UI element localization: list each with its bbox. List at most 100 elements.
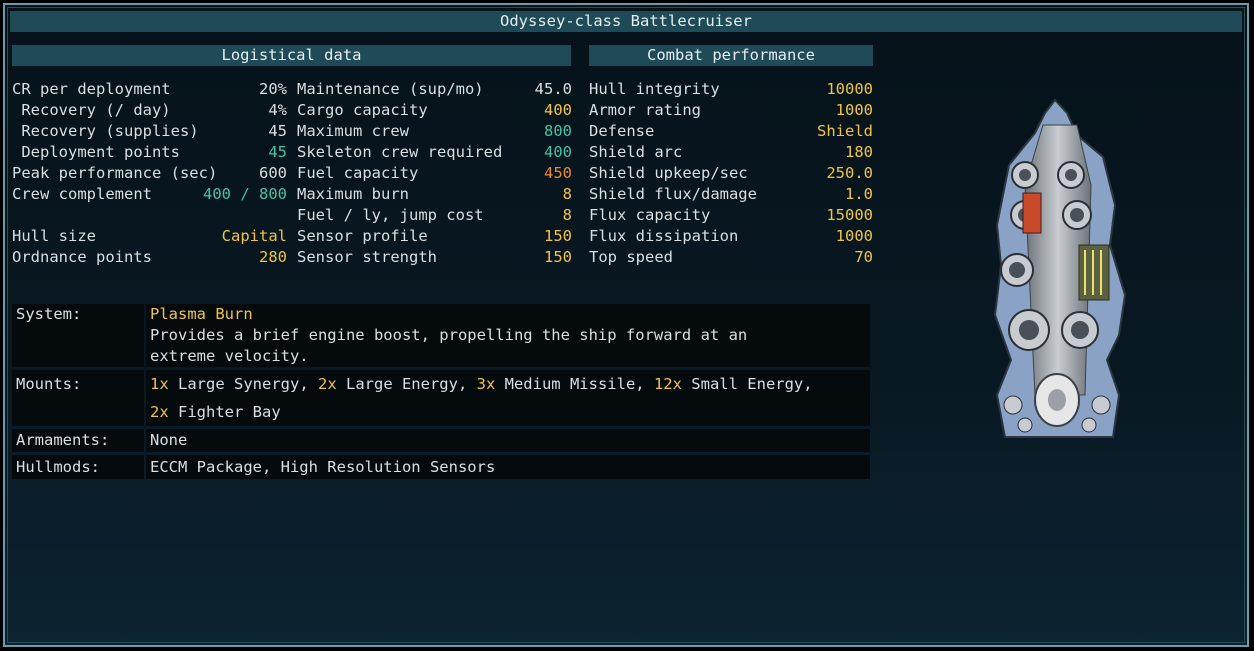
- mount-count: 2x: [150, 403, 169, 421]
- stat-value: 10000: [826, 80, 873, 98]
- stat-value: 20%: [259, 80, 287, 98]
- stat-row: CR per deployment 20%: [12, 79, 287, 100]
- stat-row: Sensor profile 150: [297, 226, 572, 247]
- mounts-line-2: 2x Fighter Bay: [150, 398, 870, 426]
- stat-label: Flux capacity: [589, 206, 711, 224]
- stat-row: Maximum burn 8: [297, 184, 572, 205]
- mount-count: 1x: [150, 375, 169, 393]
- stat-value: 400 / 800: [203, 185, 287, 203]
- stat-label: Recovery (supplies): [12, 122, 199, 140]
- stat-value: 70: [854, 248, 873, 266]
- system-name: Plasma Burn: [150, 305, 253, 323]
- stat-value: 150: [544, 227, 572, 245]
- stat-value: 600: [259, 164, 287, 182]
- stat-row: Flux dissipation 1000: [589, 226, 873, 247]
- combat-performance-header: Combat performance: [589, 45, 873, 66]
- stat-label: Deployment points: [12, 143, 180, 161]
- stat-value: 800: [544, 122, 572, 140]
- mounts-line-1: 1x Large Synergy, 2x Large Energy, 3x Me…: [150, 370, 870, 398]
- stat-label: Armor rating: [589, 101, 701, 119]
- hullmods-label: Hullmods:: [12, 455, 144, 479]
- mount-type: Fighter Bay: [168, 403, 281, 421]
- system-value: Plasma Burn Provides a brief engine boos…: [146, 304, 870, 367]
- system-label: System:: [12, 304, 144, 367]
- stat-label: Flux dissipation: [589, 227, 739, 245]
- stat-label: Maximum crew: [297, 122, 409, 140]
- stat-label: Shield upkeep/sec: [589, 164, 748, 182]
- stat-label: Hull integrity: [589, 80, 720, 98]
- stat-value: 400: [544, 101, 572, 119]
- stat-row: Hull integrity 10000: [589, 79, 873, 100]
- stat-value: 400: [544, 143, 572, 161]
- stat-label: Sensor profile: [297, 227, 428, 245]
- armaments-value: None: [146, 429, 870, 452]
- mounts-row: Mounts: 1x Large Synergy, 2x Large Energ…: [12, 370, 870, 426]
- stat-value: 45: [268, 122, 287, 140]
- mounts-value: 1x Large Synergy, 2x Large Energy, 3x Me…: [146, 370, 870, 426]
- stat-value: 250.0: [826, 164, 873, 182]
- stat-label: Peak performance (sec): [12, 164, 218, 182]
- stat-value: 150: [544, 248, 572, 266]
- stat-row: Shield upkeep/sec 250.0: [589, 163, 873, 184]
- stat-row: Skeleton crew required 400: [297, 142, 572, 163]
- ship-sprite-image: [985, 95, 1135, 445]
- stat-label: Cargo capacity: [297, 101, 428, 119]
- logistical-data-header: Logistical data: [12, 45, 571, 66]
- stat-row: Ordnance points 280: [12, 247, 287, 268]
- stat-row: Sensor strength 150: [297, 247, 572, 268]
- system-description: Provides a brief engine boost, propellin…: [150, 326, 748, 365]
- hullmods-row: Hullmods: ECCM Package, High Resolution …: [12, 455, 870, 479]
- stat-row: Recovery (supplies) 45: [12, 121, 287, 142]
- ship-title: Odyssey-class Battlecruiser: [10, 11, 1242, 32]
- stat-value: 15000: [826, 206, 873, 224]
- mounts-label: Mounts:: [12, 370, 144, 426]
- mount-type: Medium Missile,: [495, 375, 654, 393]
- stat-row: Recovery (/ day) 4%: [12, 100, 287, 121]
- stat-label: Maintenance (sup/mo): [297, 80, 484, 98]
- mount-type: Large Synergy,: [168, 375, 318, 393]
- stat-row: Maximum crew 800: [297, 121, 572, 142]
- stat-label: Hull size: [12, 227, 96, 245]
- stat-row: Top speed 70: [589, 247, 873, 268]
- stat-label: Fuel / ly, jump cost: [297, 206, 484, 224]
- stat-value: 8: [562, 206, 572, 224]
- stat-value: 1.0: [845, 185, 873, 203]
- mount-count: 12x: [653, 375, 682, 393]
- stat-row: Deployment points 45: [12, 142, 287, 163]
- stat-label: Defense: [589, 122, 655, 140]
- armaments-row: Armaments: None: [12, 429, 870, 452]
- stat-row: Crew complement 400 / 800: [12, 184, 287, 205]
- stat-value: 45: [268, 143, 287, 161]
- hullmods-value: ECCM Package, High Resolution Sensors: [146, 455, 870, 479]
- stat-label: Recovery (/ day): [12, 101, 171, 119]
- stat-row: Fuel capacity 450: [297, 163, 572, 184]
- stat-value: 1000: [835, 101, 873, 119]
- stat-value: 1000: [835, 227, 873, 245]
- system-row: System: Plasma Burn Provides a brief eng…: [12, 304, 870, 367]
- stat-label: Crew complement: [12, 185, 152, 203]
- stat-value: 45.0: [534, 80, 572, 98]
- stat-row: Defense Shield: [589, 121, 873, 142]
- stat-row: Peak performance (sec) 600: [12, 163, 287, 184]
- stat-row: Flux capacity 15000: [589, 205, 873, 226]
- stat-label: Ordnance points: [12, 248, 152, 266]
- stat-label: Shield flux/damage: [589, 185, 757, 203]
- mount-type: Small Energy,: [681, 375, 813, 393]
- stat-row: Armor rating 1000: [589, 100, 873, 121]
- stat-value: 4%: [268, 101, 287, 119]
- stat-label: CR per deployment: [12, 80, 171, 98]
- stat-label: Top speed: [589, 248, 673, 266]
- stat-row: Shield flux/damage 1.0: [589, 184, 873, 205]
- stat-row: Hull size Capital: [12, 226, 287, 247]
- stat-value: Shield: [817, 122, 873, 140]
- stat-row: Shield arc 180: [589, 142, 873, 163]
- stat-label: Maximum burn: [297, 185, 409, 203]
- stat-label: Shield arc: [589, 143, 683, 161]
- stat-value: 180: [845, 143, 873, 161]
- stat-value: Capital: [221, 227, 287, 245]
- stat-label: Fuel capacity: [297, 164, 419, 182]
- stat-row: [12, 205, 287, 226]
- stat-row: Cargo capacity 400: [297, 100, 572, 121]
- mount-type: Large Energy,: [336, 375, 477, 393]
- mount-count: 2x: [317, 375, 337, 393]
